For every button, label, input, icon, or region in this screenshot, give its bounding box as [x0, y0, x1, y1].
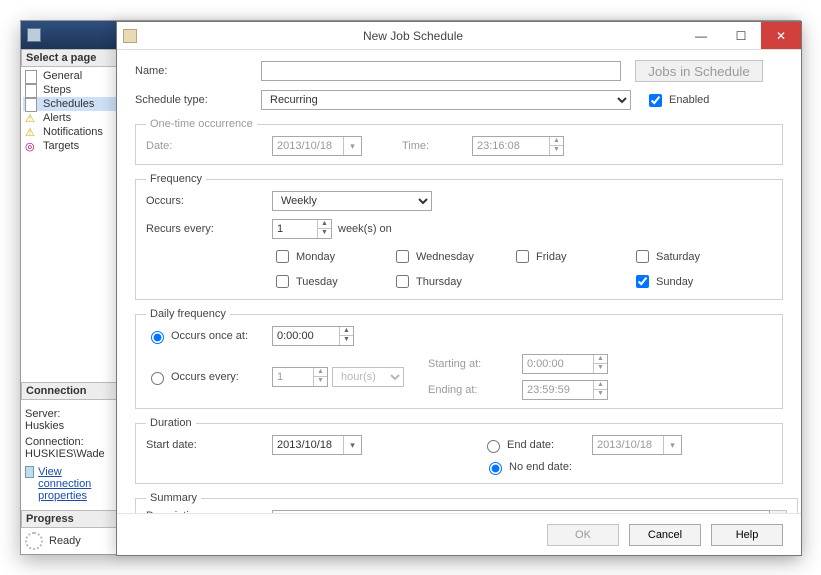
occurs-every-unit-select: hour(s): [332, 367, 404, 387]
progress-block: Ready: [21, 528, 120, 554]
one-time-time-input: ▲▼: [472, 136, 564, 156]
one-time-date-input: ▾: [272, 136, 362, 156]
progress-spinner-icon: [25, 532, 43, 550]
enabled-checkbox[interactable]: Enabled: [645, 91, 709, 110]
server-label: Server:: [25, 408, 116, 420]
connection-value: HUSKIES\Wade: [25, 448, 116, 460]
spin-down-icon[interactable]: ▼: [340, 336, 353, 345]
spin-down-icon[interactable]: ▼: [318, 229, 331, 238]
occurs-every-radio[interactable]: Occurs every:: [146, 369, 272, 385]
occurs-select[interactable]: Weekly: [272, 191, 432, 211]
day-tuesday[interactable]: Tuesday: [272, 272, 392, 291]
duration-group: Duration Start date: ▾ End date: ▾: [135, 417, 783, 484]
connection-icon: [25, 466, 34, 478]
back-titlebar: [21, 21, 120, 49]
day-wednesday[interactable]: Wednesday: [392, 247, 512, 266]
recurs-every-label: Recurs every:: [146, 223, 272, 235]
close-button[interactable]: ✕: [761, 22, 801, 49]
one-time-legend: One-time occurrence: [146, 118, 257, 130]
name-label: Name:: [135, 65, 261, 77]
one-time-date-label: Date:: [146, 140, 272, 152]
calendar-icon: ▾: [343, 137, 361, 155]
frequency-legend: Frequency: [146, 173, 206, 185]
schedule-type-select[interactable]: Recurring: [261, 90, 631, 110]
occurs-once-time-input[interactable]: ▲▼: [272, 326, 354, 346]
server-value: Huskies: [25, 420, 116, 432]
day-monday[interactable]: Monday: [272, 247, 392, 266]
warning-icon: [25, 112, 39, 124]
day-sunday[interactable]: Sunday: [632, 272, 752, 291]
page-icon: [25, 84, 39, 96]
schedule-dialog: New Job Schedule — ☐ ✕ Name: Jobs in Sch…: [116, 21, 802, 556]
day-thursday[interactable]: Thursday: [392, 272, 512, 291]
nav-list: General Steps Schedules Alerts Notificat…: [21, 67, 120, 161]
schedule-type-label: Schedule type:: [135, 94, 261, 106]
recurs-unit: week(s) on: [338, 223, 392, 235]
name-input[interactable]: [261, 61, 621, 81]
calendar-icon[interactable]: ▾: [343, 436, 361, 454]
warning-icon: [25, 126, 39, 138]
summary-legend: Summary: [146, 492, 201, 504]
minimize-button[interactable]: —: [681, 22, 721, 49]
spin-up-icon[interactable]: ▲: [318, 220, 331, 229]
progress-header: Progress: [21, 510, 120, 528]
frequency-group: Frequency Occurs: Weekly Recurs every: ▲…: [135, 173, 783, 300]
page-icon: [25, 98, 39, 110]
day-friday[interactable]: Friday: [512, 247, 632, 266]
cancel-button[interactable]: Cancel: [629, 524, 701, 546]
help-button[interactable]: Help: [711, 524, 783, 546]
occurs-every-value-input: ▲▼: [272, 367, 328, 387]
start-date-label: Start date:: [146, 439, 272, 451]
end-date-input: ▾: [592, 435, 682, 455]
ending-at-label: Ending at:: [428, 384, 522, 396]
occurs-once-radio[interactable]: Occurs once at:: [146, 328, 272, 344]
weekday-grid: Monday Wednesday Friday Saturday Tuesday…: [272, 247, 772, 291]
schedule-icon: [123, 29, 137, 43]
nav-item-alerts[interactable]: Alerts: [23, 111, 120, 125]
enabled-checkbox-input[interactable]: [649, 94, 662, 107]
dialog-titlebar: New Job Schedule — ☐ ✕: [117, 22, 801, 50]
daily-frequency-legend: Daily frequency: [146, 308, 230, 320]
starting-at-label: Starting at:: [428, 358, 522, 370]
nav-item-general[interactable]: General: [23, 69, 120, 83]
start-date-input[interactable]: ▾: [272, 435, 362, 455]
one-time-group: One-time occurrence Date: ▾ Time: ▲▼: [135, 118, 783, 165]
one-time-time-label: Time:: [402, 140, 472, 152]
dialog-body: Name: Jobs in Schedule Schedule type: Re…: [117, 50, 801, 513]
ok-button: OK: [547, 524, 619, 546]
no-end-date-radio[interactable]: No end date:: [484, 459, 594, 475]
connection-header: Connection: [21, 382, 120, 400]
occurs-label: Occurs:: [146, 195, 272, 207]
target-icon: [25, 140, 39, 152]
duration-legend: Duration: [146, 417, 196, 429]
summary-group: Summary Description: ▲ ▼: [135, 492, 798, 513]
calendar-icon: ▾: [663, 436, 681, 454]
nav-item-steps[interactable]: Steps: [23, 83, 120, 97]
end-date-radio[interactable]: End date:: [482, 437, 592, 453]
back-panel: Select a page General Steps Schedules Al…: [21, 21, 121, 554]
page-icon: [25, 70, 39, 82]
nav-item-targets[interactable]: Targets: [23, 139, 120, 153]
connection-label: Connection:: [25, 436, 116, 448]
dialog-title: New Job Schedule: [145, 29, 681, 43]
progress-status: Ready: [49, 535, 81, 547]
recurs-every-input[interactable]: ▲▼: [272, 219, 332, 239]
app-icon: [27, 28, 41, 42]
app-window: Select a page General Steps Schedules Al…: [20, 20, 801, 555]
spin-up-icon[interactable]: ▲: [340, 327, 353, 336]
starting-at-input: ▲▼: [522, 354, 608, 374]
jobs-in-schedule-button: Jobs in Schedule: [635, 60, 763, 82]
dialog-button-bar: OK Cancel Help: [117, 513, 801, 555]
nav-item-notifications[interactable]: Notifications: [23, 125, 120, 139]
select-page-header: Select a page: [21, 49, 120, 67]
nav-item-schedules[interactable]: Schedules: [23, 97, 120, 111]
view-connection-link[interactable]: View connection properties: [25, 466, 116, 502]
day-saturday[interactable]: Saturday: [632, 247, 752, 266]
connection-block: Server: Huskies Connection: HUSKIES\Wade…: [21, 400, 120, 510]
maximize-button[interactable]: ☐: [721, 22, 761, 49]
ending-at-input: ▲▼: [522, 380, 608, 400]
daily-frequency-group: Daily frequency Occurs once at: ▲▼ Occur…: [135, 308, 783, 409]
